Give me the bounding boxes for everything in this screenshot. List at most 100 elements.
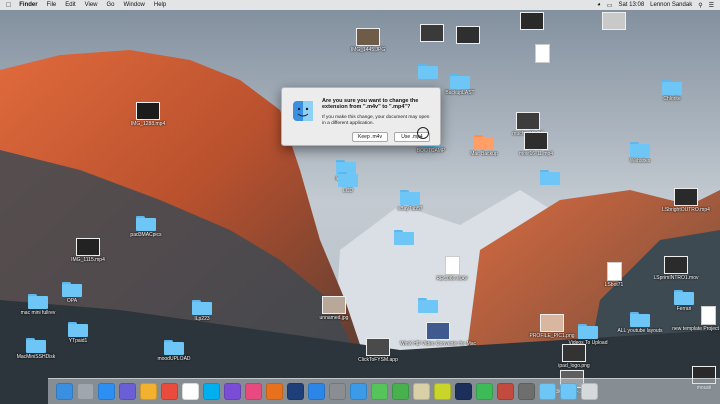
desktop-icon[interactable]: new template Project IMOV.mp4 <box>672 306 720 332</box>
skype-icon[interactable] <box>203 383 220 400</box>
menu-edit[interactable]: Edit <box>65 2 75 8</box>
folder-icon <box>578 324 598 339</box>
file-thumbnail-icon <box>562 344 586 362</box>
desktop-icon[interactable] <box>376 230 432 245</box>
desktop-icon-label: ClickToFYSM.app <box>358 357 398 363</box>
folder-icon <box>630 312 650 327</box>
preview-icon[interactable] <box>413 383 430 400</box>
settings-icon[interactable] <box>329 383 346 400</box>
desktop-icon-label: ILp223 <box>194 316 210 322</box>
desktop-icon[interactable]: ILp223 <box>174 300 230 322</box>
desktop-icon-label: pad3MACpics <box>130 232 162 238</box>
calendar-icon[interactable] <box>182 383 199 400</box>
dialog-title: Are you sure you want to change the exte… <box>322 98 419 110</box>
chrome-icon[interactable] <box>161 383 178 400</box>
desktop-icon[interactable]: unnamed.jpg <box>306 296 362 321</box>
messages-icon[interactable] <box>371 383 388 400</box>
file-thumbnail-icon <box>136 102 160 120</box>
desktop-icon[interactable]: WinX HD Video Converter for Mac <box>400 322 476 347</box>
battery-icon[interactable]: ▭ <box>607 2 613 9</box>
file-thumbnail-icon <box>524 132 548 150</box>
desktop-icon[interactable]: LSprimINTRO1.mov <box>648 256 704 281</box>
spotify-icon[interactable] <box>476 383 493 400</box>
menu-file[interactable]: File <box>47 2 57 8</box>
desktop-icon[interactable]: IMG_1445.JPG <box>340 28 396 53</box>
apple-menu-icon[interactable]:  <box>6 2 11 9</box>
desktop-icon[interactable]: ALL youtube layouts <box>612 312 668 334</box>
photos-icon[interactable] <box>140 383 157 400</box>
launchpad-icon[interactable] <box>77 383 94 400</box>
desktop-icon-label: movi16-11.mp4 <box>518 151 554 157</box>
file-thumbnail-icon <box>664 256 688 274</box>
notification-center-icon[interactable]: ☰ <box>709 2 714 9</box>
documents-icon[interactable] <box>560 383 577 400</box>
file-thumbnail-icon <box>602 12 626 30</box>
finder-icon[interactable] <box>56 383 73 400</box>
desktop-icon[interactable]: movi16-11.mp4 <box>508 132 564 157</box>
desktop-icon[interactable] <box>522 170 578 185</box>
wifi-icon[interactable]: ◕ <box>597 2 601 8</box>
menu-window[interactable]: Window <box>124 2 145 8</box>
desktop-icon[interactable]: LCD <box>320 172 376 194</box>
downloads-folder-icon[interactable] <box>539 383 556 400</box>
folder-icon <box>662 80 682 95</box>
desktop-icon[interactable]: mac mini fullrev <box>10 294 66 316</box>
menu-view[interactable]: View <box>85 2 98 8</box>
desktop-icon[interactable] <box>586 12 642 30</box>
folder-icon <box>28 294 48 309</box>
desktop-icon[interactable] <box>514 44 570 63</box>
desktop-icon[interactable]: LSbrightOUTRO.mp4 <box>658 188 714 213</box>
desktop-icon-label: LSbrightOUTRO.mp4 <box>662 207 710 213</box>
desktop-icon[interactable]: IMG_1288.mp4 <box>120 102 176 127</box>
dock <box>48 378 720 404</box>
menu-go[interactable]: Go <box>107 2 115 8</box>
desktop-icon[interactable] <box>440 26 496 44</box>
desktop-icon[interactable]: ClickToFYSM.app <box>350 338 406 363</box>
desktop-icon-label: REC066.WAV <box>436 276 468 282</box>
clock[interactable]: Sat 13:08 <box>618 2 644 8</box>
user-name[interactable]: Lennon Sandak <box>650 2 692 8</box>
desktop-icon[interactable]: MacMiniSSHDisk <box>8 338 64 360</box>
desktop-icon[interactable]: Videos To Upload <box>560 324 616 346</box>
menu-finder[interactable]: Finder <box>19 2 37 8</box>
desktop-icon[interactable]: IMG_1115.mp4 <box>60 238 116 263</box>
facetime-icon[interactable] <box>392 383 409 400</box>
desktop-icon[interactable]: eBayTab57 <box>382 190 438 212</box>
desktop-icon[interactable]: pad3MACpics <box>118 216 174 238</box>
desktop-icon-label: mac mini fullrev <box>20 310 56 316</box>
mission-control-icon[interactable] <box>119 383 136 400</box>
desktop-icon[interactable] <box>504 12 560 30</box>
desktop-icon[interactable]: Mac Backup <box>456 135 512 157</box>
app-store-icon[interactable] <box>308 383 325 400</box>
mail-icon[interactable] <box>350 383 367 400</box>
folder-icon <box>338 172 358 187</box>
desktop-icon[interactable]: ipad_logo.png <box>546 344 602 369</box>
file-thumbnail-icon <box>322 296 346 314</box>
desktop[interactable]:  Finder File Edit View Go Window Help ◕… <box>0 0 720 404</box>
misc-app-icon[interactable] <box>497 383 514 400</box>
misc-app-2-icon[interactable] <box>518 383 535 400</box>
menu-help[interactable]: Help <box>154 2 166 8</box>
keep-m4v-button[interactable]: Keep .m4v <box>352 132 388 142</box>
desktop-icon-label: IMG_1115.mp4 <box>71 257 105 263</box>
desktop-icon-label: new template Project IMOV.mp4 <box>672 326 720 332</box>
desktop-icon[interactable]: Websites <box>612 142 668 164</box>
trash-icon[interactable] <box>581 383 598 400</box>
desktop-icon[interactable]: REC066.WAV <box>424 256 480 282</box>
desktop-icon-label: MacMiniSSHDisk <box>16 354 56 360</box>
lightroom-icon[interactable] <box>455 383 472 400</box>
desktop-icon[interactable]: Chlorite <box>644 80 700 102</box>
desktop-icon[interactable]: moodUPLOAD <box>146 340 202 362</box>
safari-icon[interactable] <box>98 383 115 400</box>
dialog-message: If you make this change, your document m… <box>322 115 430 126</box>
desktop-icon[interactable] <box>400 298 456 313</box>
itunes-icon[interactable] <box>245 383 262 400</box>
menu-bar:  Finder File Edit View Go Window Help ◕… <box>0 0 720 10</box>
desktop-icon-label: Chlorite <box>663 96 681 102</box>
imovie-icon[interactable] <box>224 383 241 400</box>
firefox-icon[interactable] <box>266 383 283 400</box>
desktop-icon[interactable]: LSbot71 <box>586 262 642 288</box>
muse-icon[interactable] <box>434 383 451 400</box>
photoshop-icon[interactable] <box>287 383 304 400</box>
spotlight-icon[interactable]: ⚲ <box>698 2 702 9</box>
